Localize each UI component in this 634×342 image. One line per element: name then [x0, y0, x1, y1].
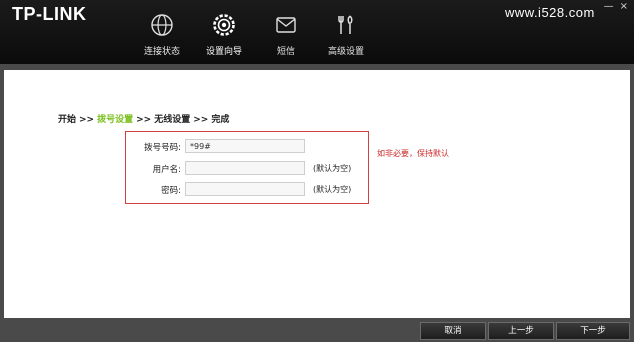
cancel-button[interactable]: 取消 — [420, 322, 486, 340]
password-row: 密码: (默认为空) — [126, 182, 368, 198]
dial-number-label: 拨号号码: — [144, 143, 181, 153]
prev-step-button[interactable]: 上一步 — [488, 322, 554, 340]
minimize-button[interactable]: — — [604, 2, 614, 12]
nav-label: 短信 — [276, 47, 295, 57]
close-button[interactable]: × — [620, 2, 628, 12]
step-separator: >> — [79, 115, 95, 125]
username-row: 用户名: (默认为空) — [126, 161, 368, 177]
step-wireless-settings: 无线设置 — [154, 115, 191, 125]
next-step-button[interactable]: 下一步 — [556, 322, 630, 340]
nav-item-sms[interactable]: 短信 — [258, 14, 314, 57]
username-input[interactable] — [185, 161, 305, 175]
nav-item-connection-status[interactable]: 连接状态 — [134, 14, 190, 57]
tools-icon — [338, 15, 353, 34]
password-hint: (默认为空) — [313, 185, 352, 194]
username-hint: (默认为空) — [313, 164, 352, 173]
nav-item-setup-wizard[interactable]: 设置向导 — [196, 14, 252, 57]
step-dial-settings: 拨号设置 — [97, 115, 134, 125]
settings-icon — [213, 14, 235, 36]
step-finish: 完成 — [211, 115, 230, 125]
window-controls: — × — [604, 2, 628, 12]
nav-label: 连接状态 — [143, 47, 180, 57]
main-nav: 连接状态 设置向导 短信 高级设置 — [0, 14, 634, 60]
password-label: 密码: — [161, 186, 181, 196]
username-label: 用户名: — [152, 165, 181, 175]
keep-default-note: 如非必要，保持默认 — [377, 149, 449, 158]
dial-number-row: 拨号号码: — [126, 139, 368, 155]
step-start: 开始 — [58, 115, 77, 125]
footer-bar: 取消 上一步 下一步 — [0, 318, 634, 342]
main-panel: 开始>>拨号设置>>无线设置>>完成 拨号号码: 用户名: (默认为空) 密码:… — [4, 70, 630, 318]
nav-label: 高级设置 — [327, 47, 364, 57]
password-input[interactable] — [185, 182, 305, 196]
dial-number-input[interactable] — [185, 139, 305, 153]
nav-label: 设置向导 — [205, 47, 242, 57]
mail-icon — [276, 17, 296, 33]
step-separator: >> — [136, 115, 152, 125]
top-bar: TP-LINK www.i528.com — × 连接状态 设置向导 短信 高级… — [0, 0, 634, 64]
nav-item-advanced-settings[interactable]: 高级设置 — [318, 14, 374, 57]
dial-settings-form: 拨号号码: 用户名: (默认为空) 密码: (默认为空) — [125, 131, 369, 204]
globe-icon — [151, 14, 173, 36]
step-separator: >> — [193, 115, 209, 125]
wizard-breadcrumb: 开始 >> 拨号设置 >> 无线设置 >> 完成 — [58, 112, 229, 125]
